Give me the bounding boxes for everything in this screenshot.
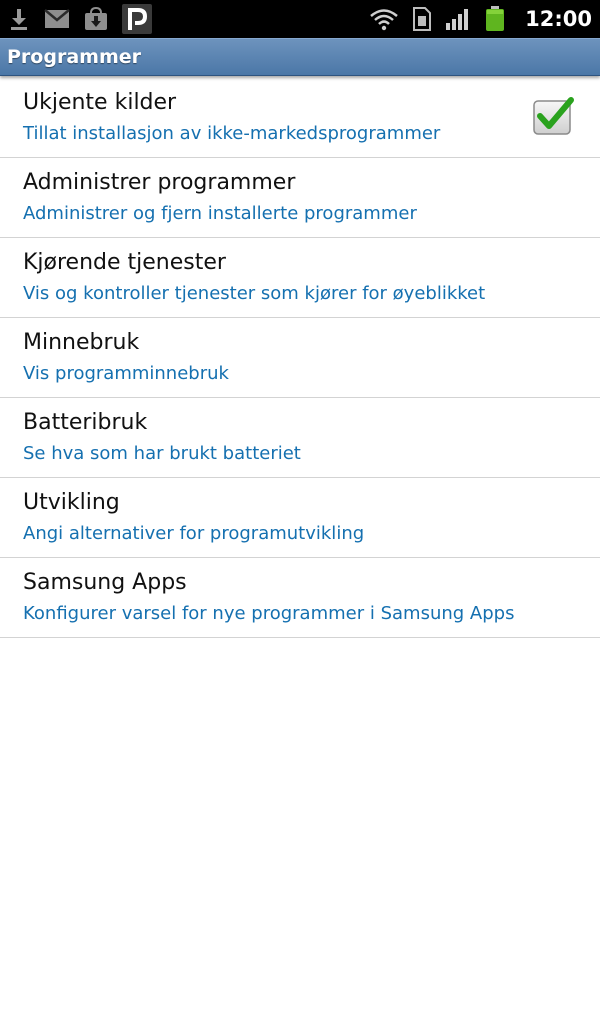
system-icons: 12:00 xyxy=(369,6,592,32)
setting-title: Batteribruk xyxy=(23,410,148,435)
notification-icons xyxy=(8,4,152,34)
setting-memory-usage[interactable]: Minnebruk Vis programminnebruk xyxy=(0,318,600,398)
title-bar: Programmer xyxy=(0,38,600,76)
setting-battery-usage[interactable]: Batteribruk Se hva som har brukt batteri… xyxy=(0,398,600,478)
clock: 12:00 xyxy=(525,7,592,31)
setting-title: Samsung Apps xyxy=(23,570,187,595)
wifi-icon xyxy=(369,7,399,31)
setting-manage-applications[interactable]: Administrer programmer Administrer og fj… xyxy=(0,158,600,238)
status-bar: 12:00 xyxy=(0,0,600,38)
setting-subtitle: Vis og kontroller tjenester som kjører f… xyxy=(23,283,486,304)
setting-subtitle: Angi alternativer for programutvikling xyxy=(23,523,365,544)
signal-icon xyxy=(445,8,471,30)
setting-samsung-apps[interactable]: Samsung Apps Konfigurer varsel for nye p… xyxy=(0,558,600,638)
setting-title: Administrer programmer xyxy=(23,170,296,195)
setting-title: Ukjente kilder xyxy=(23,90,177,115)
unknown-sources-checkbox[interactable] xyxy=(532,96,574,135)
market-download-icon xyxy=(84,7,108,31)
gmail-icon xyxy=(44,9,70,29)
setting-subtitle: Tillat installasjon av ikke-markedsprogr… xyxy=(23,123,441,144)
p-app-icon xyxy=(122,4,152,34)
download-icon xyxy=(8,7,30,31)
setting-subtitle: Administrer og fjern installerte program… xyxy=(23,203,417,224)
setting-subtitle: Se hva som har brukt batteriet xyxy=(23,443,301,464)
setting-unknown-sources[interactable]: Ukjente kilder Tillat installasjon av ik… xyxy=(0,78,600,158)
setting-title: Utvikling xyxy=(23,490,120,515)
setting-title: Minnebruk xyxy=(23,330,140,355)
setting-subtitle: Konfigurer varsel for nye programmer i S… xyxy=(23,603,515,624)
setting-development[interactable]: Utvikling Angi alternativer for programu… xyxy=(0,478,600,558)
setting-title: Kjørende tjenester xyxy=(23,250,226,275)
page-title: Programmer xyxy=(7,46,141,68)
sim-icon xyxy=(413,7,432,31)
setting-subtitle: Vis programminnebruk xyxy=(23,363,229,384)
setting-running-services[interactable]: Kjørende tjenester Vis og kontroller tje… xyxy=(0,238,600,318)
battery-icon xyxy=(485,6,505,32)
settings-list: Ukjente kilder Tillat installasjon av ik… xyxy=(0,78,600,638)
